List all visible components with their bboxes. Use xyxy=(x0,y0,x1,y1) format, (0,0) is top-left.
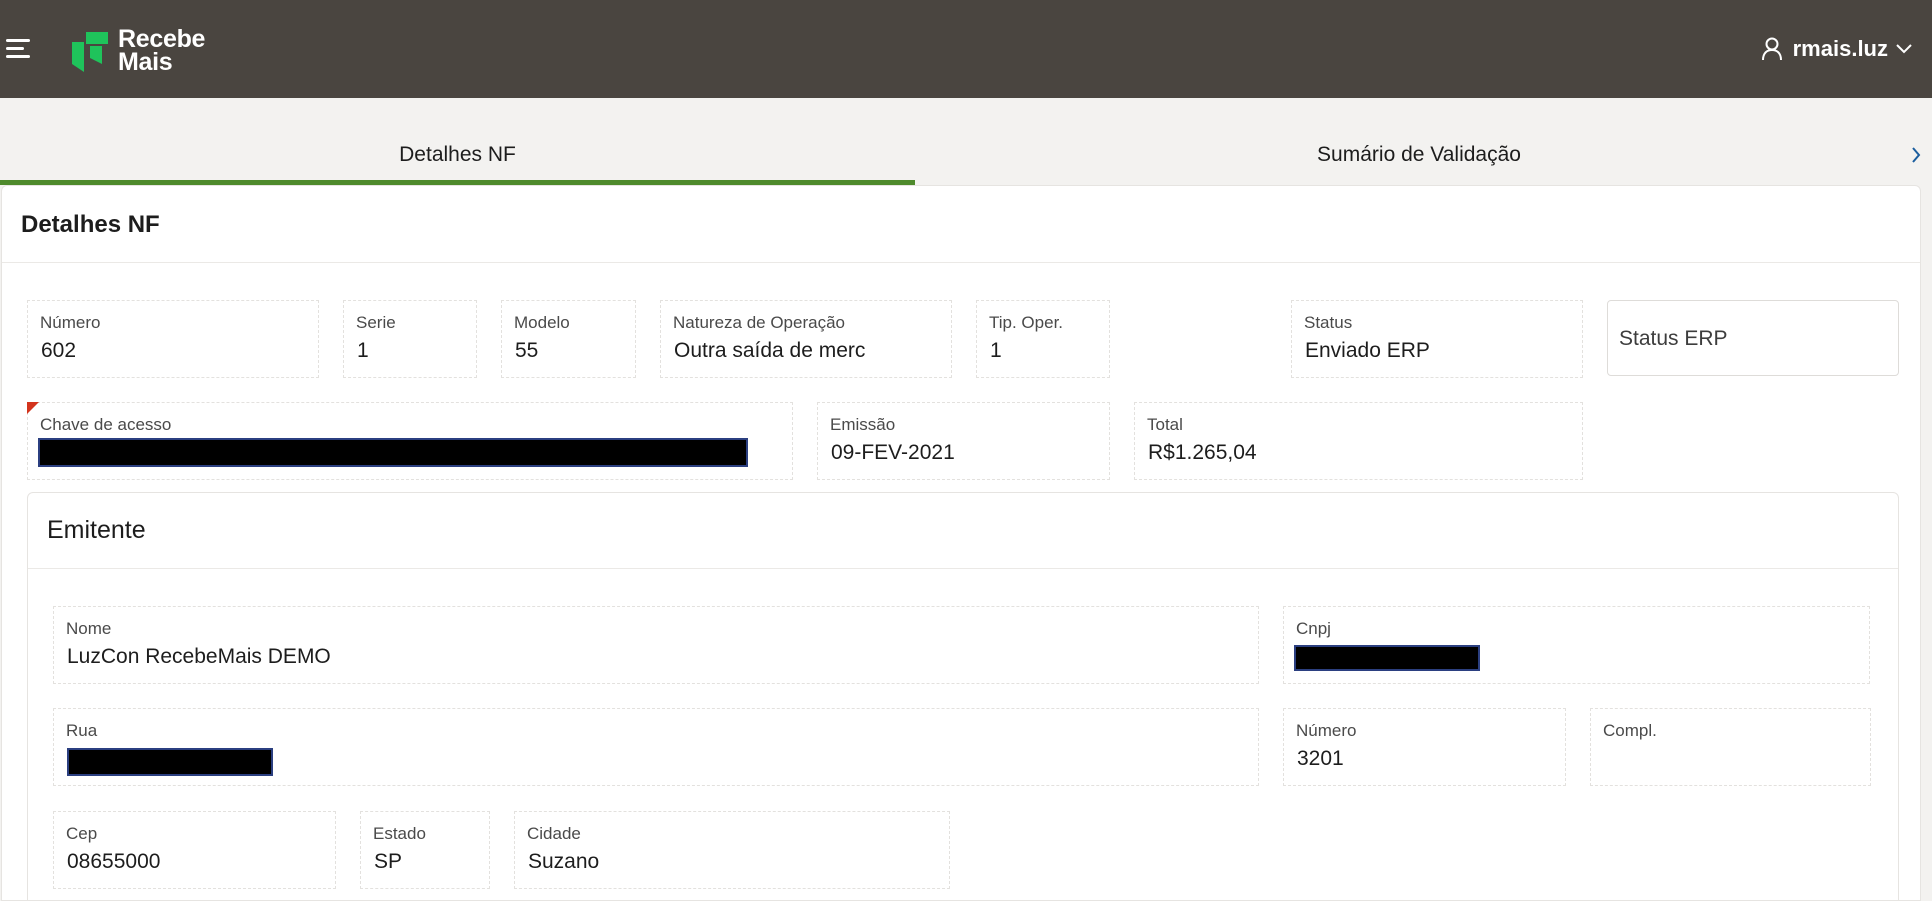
status-value: Enviado ERP xyxy=(1305,339,1430,362)
modelo-label: Modelo xyxy=(514,313,570,332)
logo-text-line2: Mais xyxy=(118,48,173,76)
numero-value: 602 xyxy=(41,339,77,362)
emissao-value: 09-FEV-2021 xyxy=(831,441,955,464)
emitente-cep-label: Cep xyxy=(66,824,98,843)
username: rmais.luz xyxy=(1792,36,1888,61)
status-label: Status xyxy=(1304,313,1353,332)
emitente-rua-label: Rua xyxy=(66,721,98,740)
emitente-numero-label: Número xyxy=(1296,721,1357,740)
hamburger-menu-icon[interactable] xyxy=(4,36,34,62)
emissao-field[interactable]: Emissão 09-FEV-2021 xyxy=(817,402,1110,480)
tip-oper-value: 1 xyxy=(990,339,1002,362)
total-field[interactable]: Total R$1.265,04 xyxy=(1134,402,1583,480)
emitente-estado-label: Estado xyxy=(373,824,426,843)
emitente-compl-field[interactable]: Compl. xyxy=(1590,708,1871,786)
emitente-nome-field[interactable]: Nome LuzCon RecebeMais DEMO xyxy=(53,606,1259,684)
tab-bar: Detalhes NF Sumário de Validação xyxy=(0,125,1932,185)
emitente-numero-field[interactable]: Número 3201 xyxy=(1283,708,1566,786)
emitente-title: Emitente xyxy=(47,516,146,544)
divider xyxy=(2,262,1920,263)
tip-oper-label: Tip. Oper. xyxy=(989,313,1064,332)
emitente-nome-value: LuzCon RecebeMais DEMO xyxy=(67,645,331,668)
numero-label: Número xyxy=(40,313,101,332)
emitente-estado-value: SP xyxy=(374,850,403,873)
modelo-value: 55 xyxy=(515,339,539,362)
recebemais-logo[interactable]: Recebe Mais xyxy=(70,24,230,76)
modelo-field[interactable]: Modelo 55 xyxy=(501,300,636,378)
natureza-operacao-label: Natureza de Operação xyxy=(673,313,845,332)
section-title: Detalhes NF xyxy=(21,211,160,238)
chave-acesso-field[interactable]: Chave de acesso xyxy=(27,402,793,480)
tab-sumario-validacao[interactable]: Sumário de Validação xyxy=(915,125,1923,185)
emitente-numero-value: 3201 xyxy=(1297,747,1344,770)
status-erp-field[interactable]: Status ERP xyxy=(1607,300,1899,376)
top-bar: Recebe Mais rmais.luz xyxy=(0,0,1932,98)
emitente-cnpj-field[interactable]: Cnpj xyxy=(1283,606,1870,684)
numero-field[interactable]: Número 602 xyxy=(27,300,319,378)
chevron-down-icon xyxy=(1896,44,1912,54)
emitente-cidade-value: Suzano xyxy=(528,850,600,873)
detalhes-nf-card: Detalhes NF Número 602 Serie 1 Modelo 55… xyxy=(1,185,1921,901)
natureza-operacao-value: Outra saída de merc xyxy=(674,339,866,362)
emissao-label: Emissão xyxy=(830,415,896,434)
tab-detalhes-nf[interactable]: Detalhes NF xyxy=(0,125,915,185)
logo-mark-icon xyxy=(72,32,108,72)
divider xyxy=(28,568,1898,569)
natureza-operacao-field[interactable]: Natureza de Operação Outra saída de merc xyxy=(660,300,952,378)
emitente-cidade-label: Cidade xyxy=(527,824,581,843)
status-field[interactable]: Status Enviado ERP xyxy=(1291,300,1583,378)
status-erp-label: Status ERP xyxy=(1619,327,1728,350)
required-flag-icon xyxy=(27,402,39,414)
emitente-compl-label: Compl. xyxy=(1603,721,1657,740)
emitente-estado-field[interactable]: Estado SP xyxy=(360,811,490,889)
redacted-cnpj xyxy=(1294,645,1480,671)
chave-acesso-label: Chave de acesso xyxy=(40,415,172,434)
serie-label: Serie xyxy=(356,313,396,332)
user-icon xyxy=(1761,37,1782,61)
emitente-card: Emitente Nome LuzCon RecebeMais DEMO Cnp… xyxy=(27,492,1899,900)
tab-scroll-next-button[interactable] xyxy=(1900,125,1932,185)
user-menu[interactable]: rmais.luz xyxy=(1761,34,1912,64)
chevron-right-icon xyxy=(1912,147,1921,163)
emitente-rua-field[interactable]: Rua xyxy=(53,708,1259,786)
emitente-cnpj-label: Cnpj xyxy=(1296,619,1331,638)
redacted-chave-acesso xyxy=(38,438,748,467)
total-label: Total xyxy=(1147,415,1183,434)
redacted-rua xyxy=(67,748,273,776)
tip-oper-field[interactable]: Tip. Oper. 1 xyxy=(976,300,1110,378)
emitente-cep-field[interactable]: Cep 08655000 xyxy=(53,811,336,889)
serie-field[interactable]: Serie 1 xyxy=(343,300,477,378)
emitente-cidade-field[interactable]: Cidade Suzano xyxy=(514,811,950,889)
serie-value: 1 xyxy=(357,339,369,362)
emitente-nome-label: Nome xyxy=(66,619,112,638)
total-value: R$1.265,04 xyxy=(1148,441,1257,464)
emitente-cep-value: 08655000 xyxy=(67,850,161,873)
